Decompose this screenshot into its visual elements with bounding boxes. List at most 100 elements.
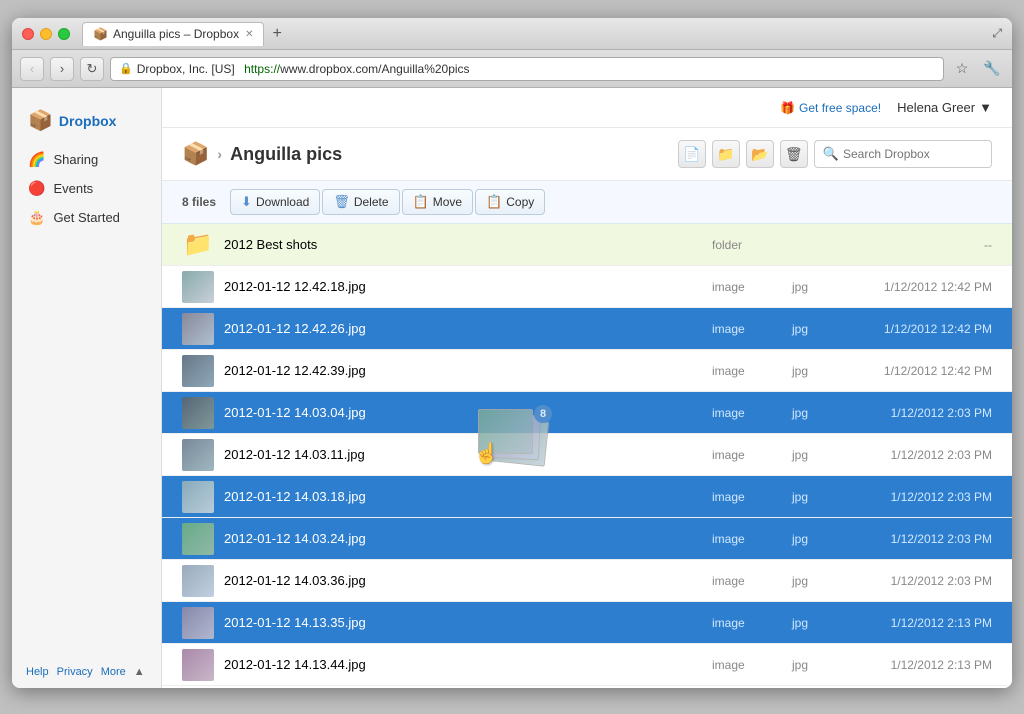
sidebar-label-events: Events: [53, 181, 93, 196]
action-share[interactable]: 📂: [746, 140, 774, 168]
file-row[interactable]: 2012-01-12 12.42.18.jpgimagejpg1/12/2012…: [162, 266, 1012, 308]
active-tab[interactable]: 📦 Anguilla pics – Dropbox ✕: [82, 22, 264, 46]
file-row[interactable]: 2012-01-12 12.42.39.jpgimagejpg1/12/2012…: [162, 350, 1012, 392]
file-date: --: [832, 238, 992, 252]
more-link[interactable]: More: [101, 666, 126, 678]
url-path: www.dropbox.com/Anguilla%20pics: [280, 62, 469, 76]
file-row[interactable]: 2012-01-12 14.03.11.jpgimagejpg1/12/2012…: [162, 434, 1012, 476]
url-bar[interactable]: 🔒 Dropbox, Inc. [US] https:// www.dropbo…: [110, 57, 944, 81]
free-space-text: Get free space!: [799, 101, 881, 115]
file-name: 2012-01-12 14.03.24.jpg: [224, 531, 712, 546]
file-thumbnail: [182, 607, 214, 639]
file-row[interactable]: 2012-01-12 14.03.24.jpgimagejpg1/12/2012…: [162, 518, 1012, 560]
copy-icon: 📋: [486, 194, 502, 210]
file-ext: jpg: [792, 448, 832, 462]
file-row[interactable]: 2012-01-12 14.03.04.jpgimagejpg1/12/2012…: [162, 392, 1012, 434]
action-new-folder[interactable]: 📁: [712, 140, 740, 168]
footer-arrow: ▲: [134, 666, 145, 678]
tab-close-icon[interactable]: ✕: [245, 29, 253, 40]
free-space-link[interactable]: 🎁 Get free space!: [780, 101, 881, 115]
file-ext: jpg: [792, 406, 832, 420]
user-name: Helena Greer: [897, 100, 975, 115]
file-name: 2012-01-12 14.03.04.jpg: [224, 405, 712, 420]
file-ext: jpg: [792, 658, 832, 672]
copy-label: Copy: [506, 195, 534, 209]
download-icon: ⬇: [241, 194, 252, 210]
file-toolbar: 8 files ⬇ Download 🗑 Delete 📋 Move 📋 Cop…: [162, 181, 1012, 224]
help-link[interactable]: Help: [26, 666, 49, 678]
delete-label: Delete: [354, 195, 389, 209]
file-row[interactable]: 2012-01-12 12.42.26.jpgimagejpg1/12/2012…: [162, 308, 1012, 350]
forward-button[interactable]: ›: [50, 57, 74, 81]
folder-actions: 📄 📁 📂 🗑: [678, 140, 808, 168]
file-date: 1/12/2012 2:13 PM: [832, 658, 992, 672]
file-row[interactable]: 2012-01-12 14.13.44.jpgimagejpg1/12/2012…: [162, 644, 1012, 686]
delete-icon: 🗑: [333, 194, 350, 210]
file-ext: jpg: [792, 322, 832, 336]
search-box[interactable]: 🔍: [814, 140, 992, 168]
breadcrumb-title: Anguilla pics: [230, 144, 342, 165]
sidebar-item-sharing[interactable]: 🌈 Sharing: [12, 145, 161, 174]
file-name: 2012-01-12 14.13.44.jpg: [224, 657, 712, 672]
close-button[interactable]: [22, 28, 34, 40]
move-button[interactable]: 📋 Move: [402, 189, 474, 215]
file-rows-container: 2012-01-12 12.42.18.jpgimagejpg1/12/2012…: [162, 266, 1012, 686]
search-icon: 🔍: [823, 146, 839, 162]
file-row[interactable]: 2012-01-12 14.03.36.jpgimagejpg1/12/2012…: [162, 560, 1012, 602]
file-name: 2012-01-12 14.03.36.jpg: [224, 573, 712, 588]
title-bar: 📦 Anguilla pics – Dropbox ✕ + ⤢: [12, 18, 1012, 50]
breadcrumb-arrow: ›: [217, 146, 222, 162]
fullscreen-button[interactable]: ⤢: [992, 26, 1002, 41]
file-name: 2012-01-12 14.03.18.jpg: [224, 489, 712, 504]
url-ssl-label: Dropbox, Inc. [US]: [137, 62, 235, 76]
sidebar: 📦 Dropbox 🌈 Sharing 🔴 Events 🎂 Get Start…: [12, 88, 162, 688]
maximize-button[interactable]: [58, 28, 70, 40]
bookmark-button[interactable]: ☆: [950, 57, 974, 81]
refresh-button[interactable]: ↻: [80, 57, 104, 81]
file-thumbnail: [182, 313, 214, 345]
delete-button[interactable]: 🗑 Delete: [322, 189, 399, 215]
sharing-icon: 🌈: [28, 151, 45, 168]
file-name: 2012-01-12 12.42.39.jpg: [224, 363, 712, 378]
file-count: 8 files: [182, 195, 216, 209]
sidebar-item-events[interactable]: 🔴 Events: [12, 174, 161, 203]
breadcrumb-icon: 📦: [182, 141, 209, 167]
minimize-button[interactable]: [40, 28, 52, 40]
file-ext: jpg: [792, 616, 832, 630]
privacy-link[interactable]: Privacy: [57, 666, 93, 678]
search-input[interactable]: [843, 147, 983, 161]
file-type: image: [712, 532, 792, 546]
user-caret-icon: ▼: [979, 100, 992, 115]
move-label: Move: [433, 195, 462, 209]
sidebar-label-get-started: Get Started: [53, 210, 119, 225]
new-tab-button[interactable]: +: [268, 25, 285, 43]
file-type: image: [712, 616, 792, 630]
file-ext: jpg: [792, 490, 832, 504]
copy-button[interactable]: 📋 Copy: [475, 189, 545, 215]
back-button[interactable]: ‹: [20, 57, 44, 81]
file-date: 1/12/2012 12:42 PM: [832, 280, 992, 294]
file-type: folder: [712, 238, 792, 252]
get-started-icon: 🎂: [28, 209, 45, 226]
sidebar-item-get-started[interactable]: 🎂 Get Started: [12, 203, 161, 232]
file-name: 2012-01-12 14.13.35.jpg: [224, 615, 712, 630]
file-thumbnail: [182, 355, 214, 387]
file-row[interactable]: 2012-01-12 14.13.35.jpgimagejpg1/12/2012…: [162, 602, 1012, 644]
sidebar-logo[interactable]: 📦 Dropbox: [12, 104, 161, 145]
file-thumbnail: [182, 397, 214, 429]
file-row[interactable]: 📁 2012 Best shots folder --: [162, 224, 1012, 266]
file-type: image: [712, 658, 792, 672]
tools-button[interactable]: 🔧: [980, 57, 1004, 81]
file-type: image: [712, 490, 792, 504]
user-menu[interactable]: Helena Greer ▼: [897, 100, 992, 115]
file-row[interactable]: 2012-01-12 14.03.18.jpgimagejpg1/12/2012…: [162, 476, 1012, 518]
action-delete[interactable]: 🗑: [780, 140, 808, 168]
folder-icon: 📁: [182, 229, 214, 261]
file-ext: jpg: [792, 574, 832, 588]
browser-content: 📦 Dropbox 🌈 Sharing 🔴 Events 🎂 Get Start…: [12, 88, 1012, 688]
file-type: image: [712, 364, 792, 378]
download-label: Download: [256, 195, 309, 209]
file-thumbnail: [182, 565, 214, 597]
download-button[interactable]: ⬇ Download: [230, 189, 320, 215]
action-new-file[interactable]: 📄: [678, 140, 706, 168]
